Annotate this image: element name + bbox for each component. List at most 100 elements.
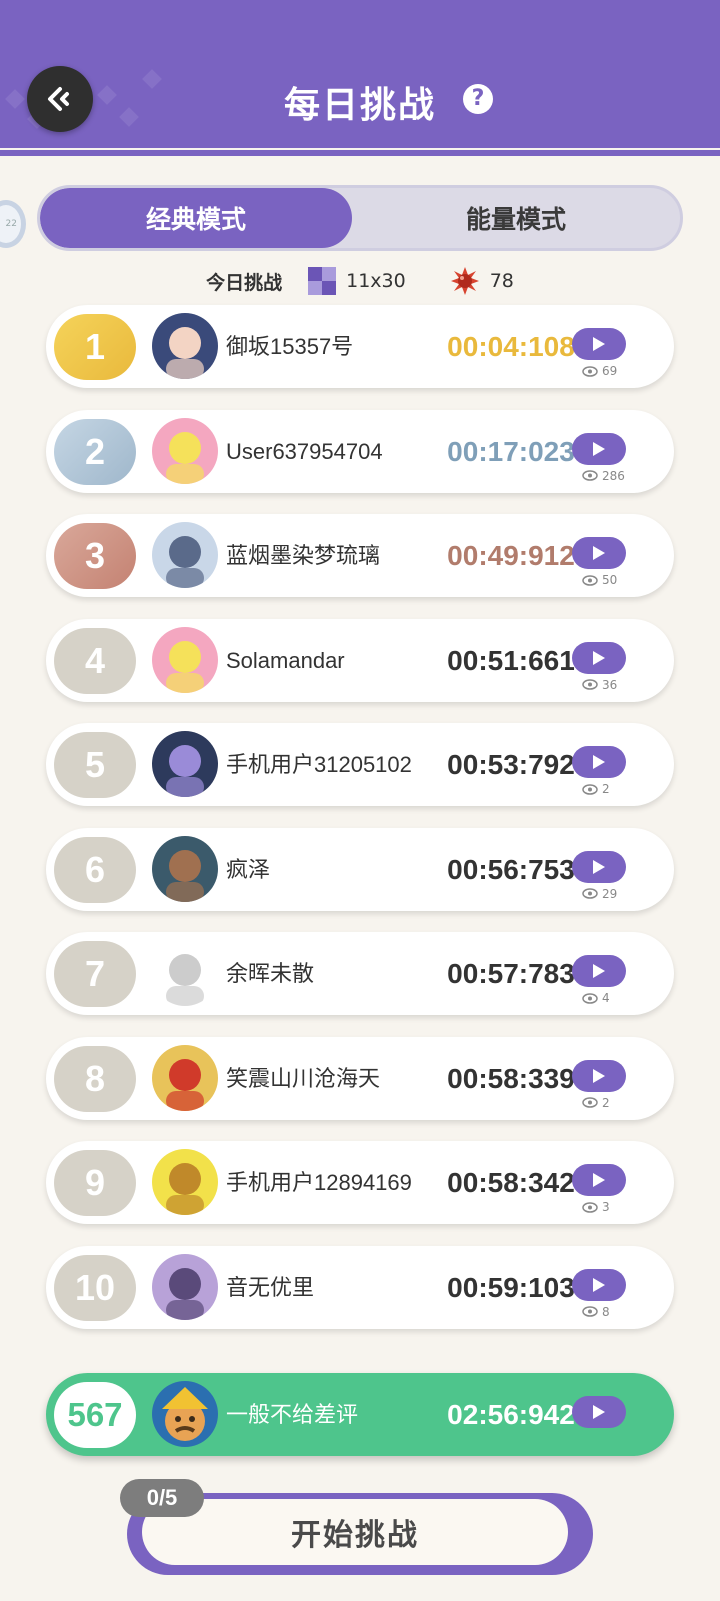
view-count: 36 [582,677,617,693]
rank-badge: 2 [54,418,136,485]
leaderboard-row[interactable]: 2 User637954704 00:17:023 286 [46,409,674,493]
avatar [152,1381,218,1447]
play-icon [593,441,605,456]
mine-count-value: 78 [489,270,514,292]
avatar [152,835,218,902]
view-count: 50 [582,572,617,588]
view-count: 3 [582,1199,610,1215]
avatar [152,313,218,379]
play-replay-button[interactable] [572,328,626,360]
leaderboard-row[interactable]: 6 疯泽 00:56:753 29 [46,827,674,911]
attempts-badge: 0/5 [120,1479,204,1517]
rank-badge: 8 [54,1045,136,1112]
mine-icon [450,266,480,296]
view-count: 29 [582,886,617,902]
play-replay-button[interactable] [572,955,626,987]
view-count-value: 69 [602,364,618,378]
rank-badge: 7 [54,941,136,1007]
view-count: 286 [582,468,625,484]
player-name: 余晖未散 [226,961,315,986]
view-count: 4 [582,990,610,1006]
view-count: 2 [582,1095,610,1111]
leaderboard-row[interactable]: 4 Solamandar 00:51:661 36 [46,618,674,702]
view-count: 69 [582,363,617,379]
rank-badge: 5 [54,732,136,798]
rank-badge: 9 [54,1150,136,1216]
play-replay-button[interactable] [572,1164,626,1196]
player-name: User637954704 [226,438,383,464]
tab-energy-mode[interactable]: 能量模式 [352,188,680,248]
play-replay-button[interactable] [572,850,626,883]
play-icon [593,1068,605,1083]
view-count-value: 2 [602,782,610,796]
avatar [152,940,218,1006]
leaderboard-row[interactable]: 10 音无优里 00:59:103 8 [46,1245,674,1329]
question-circle-icon[interactable]: ? [463,84,493,114]
view-count-value: 50 [602,573,618,587]
play-replay-button[interactable] [572,1268,626,1301]
grid-size-value: 11x30 [346,270,406,292]
avatar [152,1149,218,1215]
avatar [152,626,218,693]
eye-icon [582,679,598,690]
view-count-value: 4 [602,991,610,1005]
player-name: 音无优里 [226,1274,315,1300]
player-name: 手机用户31205102 [226,752,412,777]
avatar [152,1253,218,1320]
self-player-name: 一般不给差评 [226,1402,359,1427]
start-challenge-label: 开始挑战 [142,1499,568,1565]
eye-icon [582,574,598,586]
view-count-value: 286 [602,468,625,483]
eye-icon [582,783,598,795]
page-title: 每日挑战 [283,85,436,126]
header-divider [0,150,720,156]
avatar [152,731,218,797]
grid-size-icon [308,267,337,295]
eye-icon [582,888,598,899]
eye-icon [582,470,598,481]
play-icon [593,546,605,560]
leaderboard-row[interactable]: 9 手机用户12894169 00:58:342 3 [46,1141,674,1224]
view-count-value: 2 [602,1095,610,1110]
challenge-info: 今日挑战 11x30 78 [0,266,720,296]
eye-icon [582,1201,598,1213]
view-count: 2 [582,781,610,797]
play-replay-button[interactable] [572,746,626,778]
player-name: 蓝烟墨染梦琉璃 [226,543,381,568]
header-bar: 每日挑战 ? [0,0,720,148]
player-name: 笑震山川沧海天 [226,1065,381,1091]
tab-classic-mode[interactable]: 经典模式 [40,188,352,248]
view-count-value: 8 [602,1304,610,1319]
view-count-value: 29 [602,886,618,901]
play-replay-button[interactable] [572,537,626,569]
challenge-label: 今日挑战 [206,271,283,294]
play-replay-button[interactable] [572,641,626,674]
self-entry-row[interactable]: 567 一般不给差评 02:56:942 [46,1373,674,1456]
eye-icon [582,365,598,377]
view-count: 8 [582,1304,610,1320]
view-count-value: 36 [602,677,618,692]
play-icon [593,755,605,769]
avatar [152,417,218,484]
rank-badge: 3 [54,523,136,589]
mode-tabs: 经典模式 能量模式 [37,185,683,251]
edge-badge[interactable]: 22 [0,200,26,248]
play-icon [593,964,605,978]
leaderboard-row[interactable]: 7 余晖未散 00:57:783 4 [46,932,674,1015]
eye-icon [582,1097,598,1108]
eye-icon [582,1306,598,1317]
rank-badge: 10 [54,1254,136,1321]
leaderboard-row[interactable]: 1 御坂15357号 00:04:108 69 [46,305,674,388]
rank-badge: 1 [54,314,136,380]
avatar [152,1044,218,1111]
play-icon [593,859,605,874]
leaderboard-row[interactable]: 3 蓝烟墨染梦琉璃 00:49:912 50 [46,514,674,597]
leaderboard-row[interactable]: 8 笑震山川沧海天 00:58:339 2 [46,1036,674,1120]
player-name: 御坂15357号 [226,334,354,359]
player-name: 手机用户12894169 [226,1170,412,1195]
play-icon [593,1405,605,1419]
play-replay-button[interactable] [572,1059,626,1092]
play-replay-button[interactable] [572,1396,626,1428]
play-replay-button[interactable] [572,432,626,465]
leaderboard-row[interactable]: 5 手机用户31205102 00:53:792 2 [46,723,674,806]
